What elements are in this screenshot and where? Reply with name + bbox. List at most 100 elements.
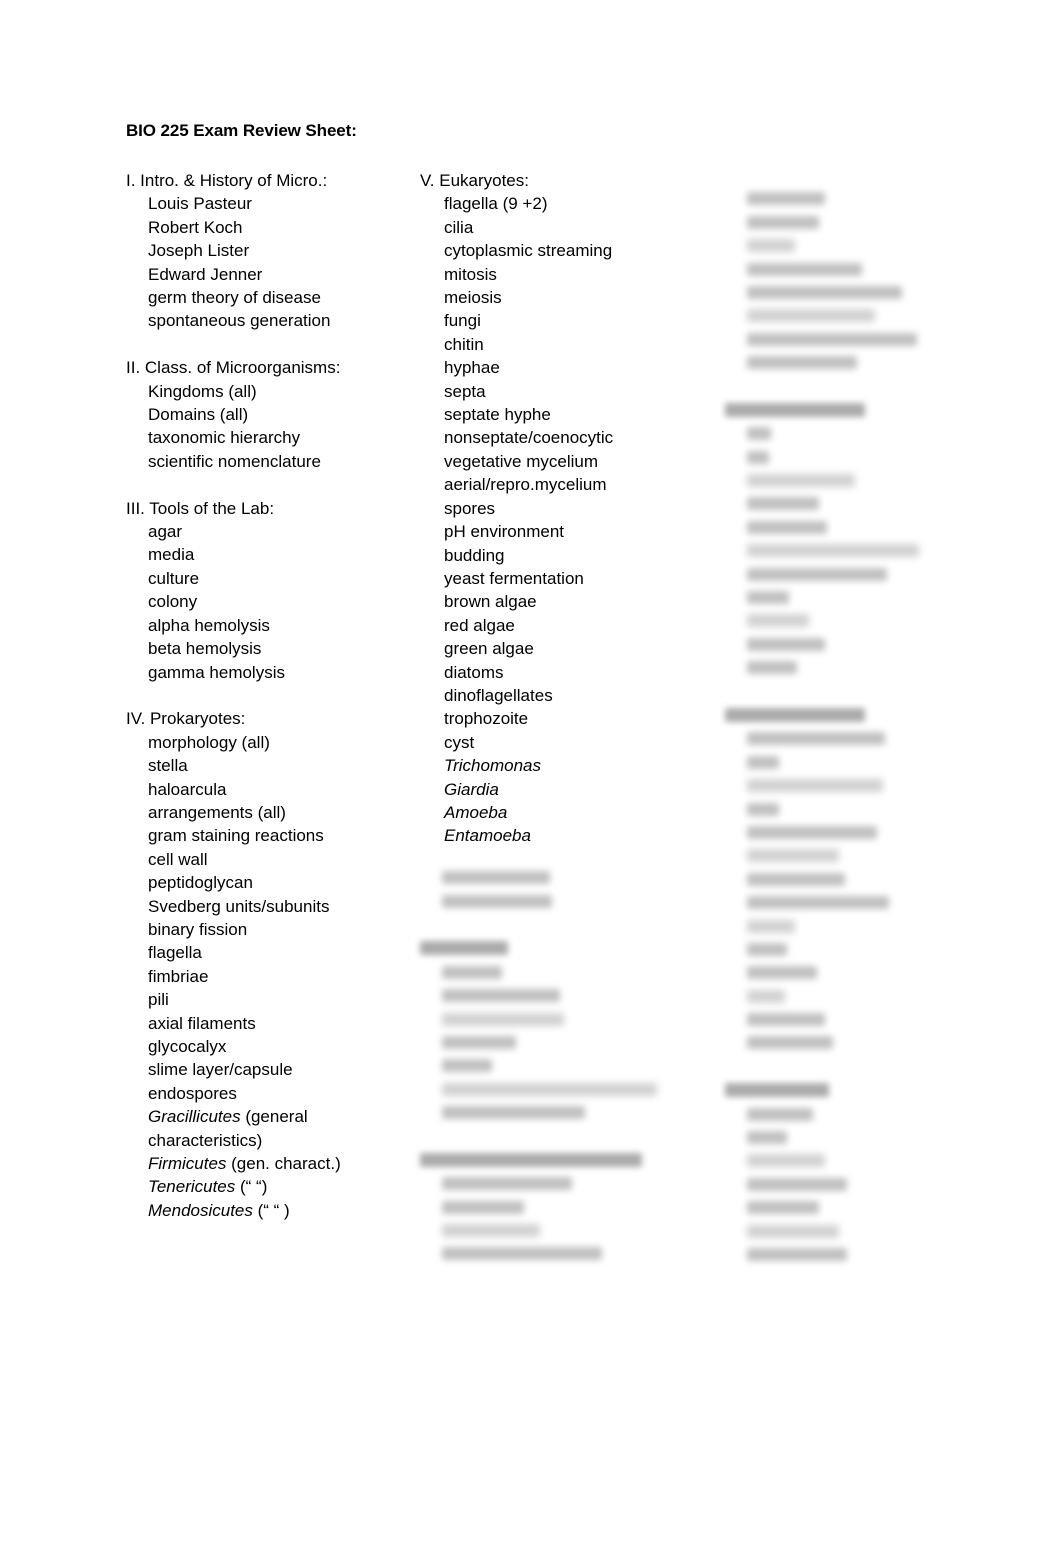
redacted-heading (725, 402, 865, 417)
redacted-heading (420, 941, 508, 956)
list-item: Edward Jenner (148, 264, 263, 284)
list-item: Robert Koch (148, 217, 243, 237)
section-heading: II. Class. of Microorganisms: (126, 358, 341, 378)
content-section: IV. Prokaryotes: morphology (all) stella ha… (126, 707, 416, 1222)
redacted-spacer (725, 1060, 965, 1083)
redacted-line (747, 591, 789, 605)
section-heading: I. Intro. & History of Micro.: (126, 171, 328, 190)
redacted-line (747, 614, 809, 628)
list-item: aerial/repro.mycelium (444, 475, 607, 495)
redacted-line (442, 1082, 657, 1096)
list-item: peptidoglycan (148, 873, 253, 893)
taxon-name: Mendosicutes (148, 1200, 253, 1220)
list-item: Firmicutes (gen. charact.) (148, 1154, 341, 1174)
topic-list: Louis Pasteur Robert Koch Joseph Lister Edw… (126, 192, 416, 332)
section-heading: IV. Prokaryotes: (126, 709, 246, 729)
content-column-3 (725, 169, 965, 1271)
topic-list: morphology (all) stella haloarcula arrangem… (126, 731, 416, 1223)
redacted-line (442, 894, 552, 908)
redacted-line (747, 1224, 839, 1238)
content-column-1: I. Intro. & History of Micro.: Louis Past… (126, 169, 416, 1222)
list-item: binary fission (148, 919, 248, 939)
taxon-name: Gracillicutes (148, 1107, 241, 1127)
redacted-text-block (420, 871, 720, 1261)
redacted-line (747, 1247, 847, 1261)
topic-list: agar media culture colony alpha hemolysis bet… (126, 520, 416, 684)
redacted-line (747, 192, 825, 206)
list-item: agar (148, 522, 183, 542)
list-item: Trichomonas (444, 754, 720, 777)
list-item: fimbriae (148, 966, 209, 986)
list-item: Giardia (444, 778, 720, 801)
list-item: haloarcula (148, 779, 227, 799)
list-item: Entamoeba (444, 824, 720, 847)
list-item: endospores (148, 1083, 237, 1103)
taxon-name: Firmicutes (148, 1154, 227, 1174)
redacted-heading (725, 707, 865, 722)
redacted-line (747, 896, 889, 910)
redacted-line (747, 239, 795, 253)
list-item: red algae (444, 615, 515, 635)
list-item: Tenericutes (“ “) (148, 1177, 268, 1197)
list-item: diatoms (444, 662, 504, 682)
list-item: cilia (444, 217, 474, 237)
content-column-2: V. Eukaryotes: flagella (9 +2) cilia cytopl… (420, 169, 720, 1271)
redacted-line (747, 356, 857, 370)
redacted-spacer (420, 918, 720, 941)
redacted-line (747, 849, 839, 863)
list-item: chitin (444, 334, 484, 354)
page-title: BIO 225 Exam Review Sheet: (126, 121, 357, 140)
list-item: spontaneous generation (148, 311, 331, 331)
redacted-line (747, 1107, 813, 1121)
list-item: stella (148, 756, 188, 776)
list-item: flagella (148, 943, 202, 963)
redacted-spacer (725, 169, 965, 192)
taxon-name: Giardia (444, 779, 499, 799)
list-item: cell wall (148, 849, 208, 869)
list-item: septa (444, 381, 486, 401)
list-item: axial filaments (148, 1013, 256, 1033)
list-item: taxonomic hierarchy (148, 428, 301, 448)
section-heading: V. Eukaryotes: (420, 171, 529, 190)
redacted-line (747, 332, 917, 346)
redacted-line (442, 989, 560, 1003)
list-item: spores (444, 498, 496, 518)
redacted-line (442, 1035, 516, 1049)
redacted-line (747, 215, 819, 229)
redacted-line (747, 520, 827, 534)
redacted-line (747, 825, 877, 839)
redacted-line (442, 1224, 540, 1238)
document-page: BIO 225 Exam Review Sheet: I. Intro. & H… (0, 0, 1062, 1556)
list-item: brown algae (444, 592, 537, 612)
list-item: mitosis (444, 264, 497, 284)
list-item: septate hyphe (444, 405, 551, 425)
list-item: Mendosicutes (“ “ ) (148, 1200, 290, 1220)
list-item: pH environment (444, 522, 565, 542)
redacted-line (747, 1201, 819, 1215)
list-item: Gracillicutes (general characteristics) (148, 1107, 308, 1150)
taxon-name: Trichomonas (444, 756, 541, 776)
redacted-line (442, 1177, 572, 1191)
redacted-line (747, 262, 862, 276)
list-item: gram staining reactions (148, 826, 324, 846)
content-section: V. Eukaryotes: flagella (9 +2) cilia cytopl… (420, 169, 720, 848)
list-item: colony (148, 592, 198, 612)
list-item: Domains (all) (148, 405, 249, 425)
list-item: beta hemolysis (148, 639, 262, 659)
list-item: yeast fermentation (444, 568, 584, 588)
list-item: cytoplasmic streaming (444, 241, 613, 261)
redacted-line (442, 1059, 492, 1073)
redacted-spacer (725, 685, 965, 708)
content-section: I. Intro. & History of Micro.: Louis Past… (126, 169, 416, 333)
list-item: fungi (444, 311, 481, 331)
content-section: II. Class. of Microorganisms: Kingdoms (a… (126, 356, 416, 473)
redacted-line (747, 732, 885, 746)
redacted-line (747, 497, 819, 511)
topic-list: flagella (9 +2) cilia cytoplasmic streamin… (420, 192, 720, 847)
redacted-line (442, 1200, 524, 1214)
redacted-heading (725, 1083, 829, 1098)
list-item: Svedberg units/subunits (148, 896, 330, 916)
list-item: arrangements (all) (148, 802, 286, 822)
list-item: flagella (9 +2) (444, 194, 548, 214)
redacted-line (747, 966, 817, 980)
